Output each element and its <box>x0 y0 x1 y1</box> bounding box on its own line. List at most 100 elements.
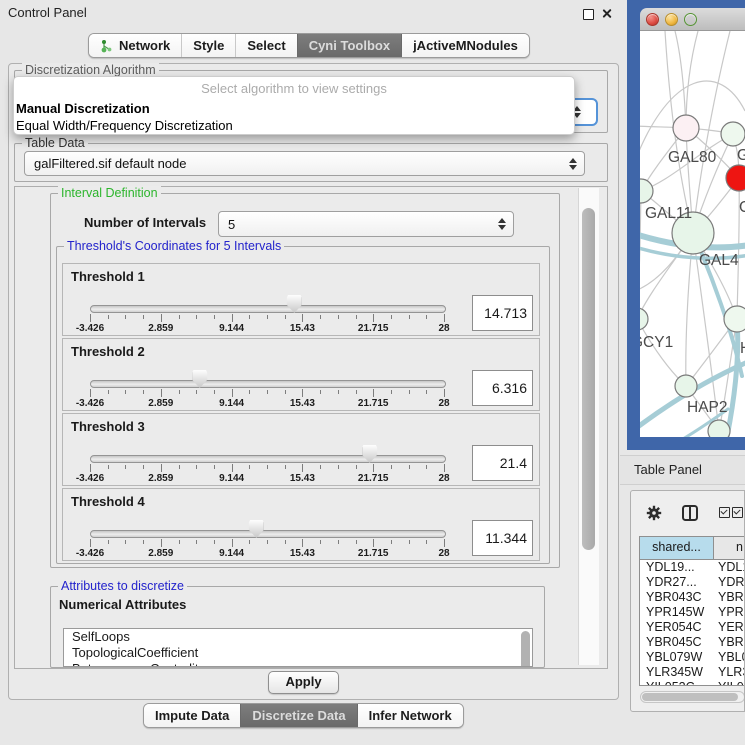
close-window-icon[interactable] <box>646 13 659 26</box>
table-row[interactable]: YER054CYER0 <box>640 620 745 635</box>
tab-select[interactable]: Select <box>235 34 296 57</box>
table-hscrollbar[interactable] <box>640 691 745 703</box>
group-label: Table Data <box>22 136 88 150</box>
checkbox-icon[interactable] <box>719 507 730 518</box>
tab-label: Discretize Data <box>252 708 345 723</box>
tab-infer-network[interactable]: Infer Network <box>357 704 463 727</box>
attribute-list-item[interactable]: TopologicalCoefficient <box>64 645 532 661</box>
table-panel-title: Table Panel <box>634 456 702 483</box>
number-of-intervals-combo[interactable]: 5 <box>218 211 514 237</box>
popup-option-manual-discretization[interactable]: Manual Discretization <box>14 100 574 117</box>
slider-tick-labels: -3.4262.8599.14415.4321.71528 <box>90 473 444 484</box>
node-label: C <box>739 199 745 216</box>
threshold-2-panel: Threshold 2 -3.4262.8599.14415.4321.7152… <box>62 338 540 411</box>
scrollbar-thumb[interactable] <box>582 208 595 550</box>
slider-track[interactable] <box>90 305 446 313</box>
tab-impute-data[interactable]: Impute Data <box>144 704 240 727</box>
zoom-window-icon[interactable] <box>684 13 697 26</box>
threshold-2-slider[interactable] <box>90 369 444 390</box>
table-row[interactable]: YDL19...YDL1 <box>640 560 745 575</box>
threshold-1-slider[interactable] <box>90 294 444 315</box>
tab-label: Select <box>247 38 285 53</box>
control-panel: Control Panel Network Style Select Cyni … <box>0 0 620 745</box>
column-header-name[interactable]: n <box>714 537 745 559</box>
tab-discretize-data[interactable]: Discretize Data <box>240 704 356 727</box>
combo-value: 5 <box>219 217 495 232</box>
slider-track[interactable] <box>90 380 446 388</box>
slider-track[interactable] <box>90 455 446 463</box>
tab-label: Infer Network <box>369 708 452 723</box>
network-window-titlebar[interactable] <box>640 8 745 31</box>
node-label: GAL11 <box>645 205 692 222</box>
table-row[interactable]: YPR145WYPR1 <box>640 605 745 620</box>
scrollbar-thumb[interactable] <box>642 693 738 701</box>
table-data-combo[interactable]: galFiltered.sif default node <box>24 151 585 176</box>
table-panel: shared... n YDL19...YDL1YDR27...YDR2YBR0… <box>630 490 745 712</box>
attribute-list-item[interactable]: SelfLoops <box>64 629 532 645</box>
network-node[interactable] <box>724 306 745 332</box>
tab-label: Network <box>119 38 170 53</box>
apply-button[interactable]: Apply <box>268 671 339 694</box>
tab-style[interactable]: Style <box>181 34 235 57</box>
table-row[interactable]: YBR045CYBR0 <box>640 635 745 650</box>
network-node[interactable] <box>675 375 697 397</box>
threshold-1-panel: Threshold 1 -3.4262.8599.14415.4321.7152… <box>62 263 540 336</box>
threshold-1-value[interactable]: 14.713 <box>472 295 533 331</box>
minimize-window-icon[interactable] <box>665 13 678 26</box>
threshold-2-value[interactable]: 6.316 <box>472 370 533 406</box>
node-table[interactable]: shared... n YDL19...YDL1YDR27...YDR2YBR0… <box>639 536 745 686</box>
numerical-attributes-list[interactable]: SelfLoopsTopologicalCoefficientBetweenne… <box>63 628 533 667</box>
tab-network[interactable]: Network <box>89 34 181 57</box>
gear-icon[interactable] <box>645 504 663 525</box>
popup-option-equal-width-frequency[interactable]: Equal Width/Frequency Discretization <box>14 117 574 134</box>
slider-ticks <box>90 314 444 323</box>
threshold-4-value[interactable]: 11.344 <box>472 520 533 556</box>
network-node[interactable] <box>726 165 745 191</box>
group-label: Threshold's Coordinates for 5 Intervals <box>64 239 284 253</box>
network-view-window: GAL80G.CGAL11GAL4GCY1HHAP2 <box>627 0 745 450</box>
slider-tick-labels: -3.4262.8599.14415.4321.71528 <box>90 548 444 559</box>
table-row[interactable]: YDR27...YDR2 <box>640 575 745 590</box>
stepper-arrows-icon <box>495 218 509 230</box>
network-edge[interactable] <box>640 191 641 319</box>
threshold-3-value[interactable]: 21.4 <box>472 445 533 481</box>
combo-value: galFiltered.sif default node <box>25 156 566 171</box>
table-row[interactable]: YLR345WYLR3 <box>640 665 745 680</box>
network-edge[interactable] <box>640 319 686 386</box>
settings-scrollbar[interactable] <box>578 188 599 665</box>
network-node[interactable] <box>640 308 648 330</box>
control-panel-titlebar: Control Panel <box>0 0 620 27</box>
network-canvas[interactable]: GAL80G.CGAL11GAL4GCY1HHAP2 <box>640 31 745 437</box>
tab-cyni-toolbox[interactable]: Cyni Toolbox <box>297 34 401 57</box>
slider-tick-labels: -3.4262.8599.14415.4321.71528 <box>90 323 444 334</box>
network-node[interactable] <box>673 115 699 141</box>
network-node[interactable] <box>721 122 745 146</box>
attribute-list-item[interactable]: BetweennessCentrality <box>64 661 532 667</box>
tab-label: Cyni Toolbox <box>309 38 390 53</box>
slider-tick-labels: -3.4262.8599.14415.4321.71528 <box>90 398 444 409</box>
network-node[interactable] <box>708 420 730 437</box>
threshold-4-slider[interactable] <box>90 519 444 540</box>
popup-prompt: Select algorithm to view settings <box>14 80 574 100</box>
node-label: GCY1 <box>640 334 673 351</box>
table-row[interactable]: YBR043CYBR0 <box>640 590 745 605</box>
tab-jactivemnodules[interactable]: jActiveMNodules <box>401 34 529 57</box>
columns-icon[interactable] <box>681 504 699 525</box>
close-icon[interactable] <box>601 8 612 19</box>
table-header: shared... n <box>640 537 745 560</box>
threshold-3-slider[interactable] <box>90 444 444 465</box>
node-label: HAP2 <box>687 399 728 416</box>
column-header-shared-name[interactable]: shared... <box>640 537 714 559</box>
network-edge[interactable] <box>675 31 686 128</box>
bottom-tabbar: Impute Data Discretize Data Infer Networ… <box>143 703 464 728</box>
slider-track[interactable] <box>90 530 446 538</box>
network-icon <box>100 39 113 53</box>
tab-label: Style <box>193 38 224 53</box>
network-edge[interactable] <box>686 31 698 128</box>
table-row[interactable]: YBL079WYBL0 <box>640 650 745 665</box>
node-label: G. <box>737 147 745 164</box>
float-window-icon[interactable] <box>583 9 594 20</box>
checkbox-icon[interactable] <box>732 507 743 518</box>
table-row[interactable]: YIL052CYIL0 <box>640 680 745 686</box>
list-scrollbar-thumb[interactable] <box>521 631 530 667</box>
